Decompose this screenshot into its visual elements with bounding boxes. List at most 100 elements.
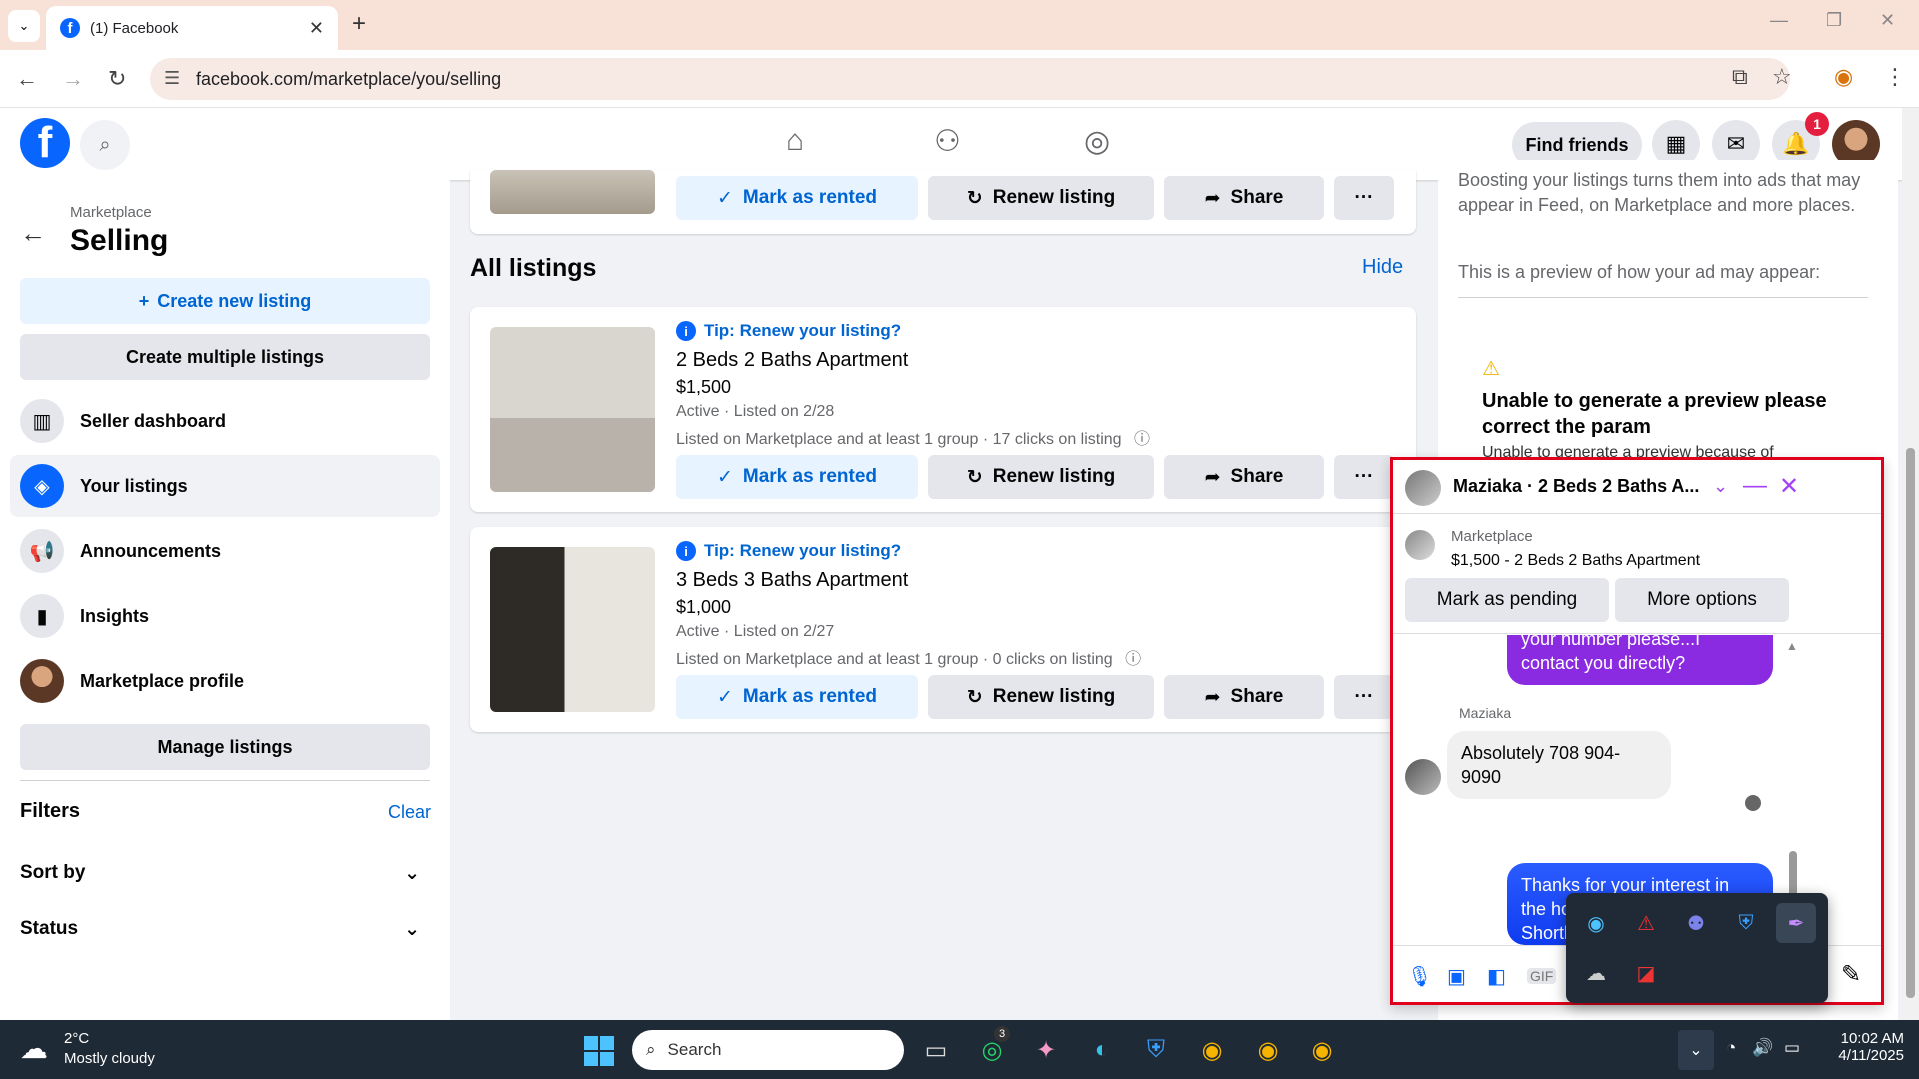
page-scrollbar[interactable] [1902,108,1919,1020]
microphone-icon[interactable]: 🎙 [1407,964,1432,989]
chrome-icon[interactable]: ◉ [1250,1032,1286,1068]
outlook-icon[interactable]: ◉ [1576,903,1616,943]
dashboard-icon: ▥ [20,399,64,443]
edge-icon[interactable]: ◐ [1084,1032,1120,1068]
taskbar-clock[interactable]: 10:02 AM 4/11/2025 [1824,1030,1904,1064]
renew-tip[interactable]: i Tip: Renew your listing? [676,541,901,561]
renew-listing-button[interactable]: ↻ Renew listing [928,176,1154,220]
info-circle-icon[interactable]: ⓘ [1134,431,1150,448]
groups-icon[interactable]: ◎ [1084,124,1110,159]
close-window-icon[interactable]: ✕ [1880,10,1895,31]
menu-dots-icon[interactable]: ⋮ [1884,64,1906,90]
new-message-icon[interactable]: ✎ [1841,960,1861,989]
restore-icon[interactable]: ❐ [1826,10,1842,31]
listing-photo[interactable] [490,170,655,214]
tab-close-icon[interactable]: ✕ [309,18,324,39]
mark-as-pending-button[interactable]: Mark as pending [1405,578,1609,622]
sidebar-item-your-listings[interactable]: ◈ Your listings [10,455,440,517]
sticker-icon[interactable]: ◧ [1487,964,1506,989]
defender-shield-icon[interactable]: ⛨ [1726,903,1766,943]
renew-tip[interactable]: i Tip: Renew your listing? [676,321,901,341]
listing-photo[interactable] [490,547,655,712]
browser-tab[interactable]: f (1) Facebook ✕ [46,6,338,50]
photo-icon[interactable]: ▣ [1447,964,1466,989]
back-icon[interactable]: ← [16,66,38,92]
manage-listings-button[interactable]: Manage listings [20,724,430,770]
hide-link[interactable]: Hide [1362,256,1403,279]
mark-as-rented-button[interactable]: ✓ Mark as rented [676,176,918,220]
mark-as-rented-button[interactable]: ✓ Mark as rented [676,675,918,719]
battery-icon[interactable]: ▭ [1784,1038,1800,1058]
more-options-button[interactable]: More options [1615,578,1789,622]
tab-search-dropdown[interactable]: ⌄ [8,10,40,42]
profile-icon[interactable]: ◉ [1834,64,1853,90]
renew-listing-button[interactable]: ↻ Renew listing [928,675,1154,719]
taskbar-search[interactable]: ⌕ Search [632,1030,904,1070]
share-button[interactable]: ➦ Share [1164,176,1324,220]
weather-temp[interactable]: 2°C [64,1030,89,1047]
clear-filters-link[interactable]: Clear [388,802,431,823]
listing-title[interactable]: 2 Beds 2 Baths Apartment [676,349,908,372]
back-arrow-icon[interactable]: ← [20,218,46,249]
info-circle-icon[interactable]: ⓘ [1125,651,1141,668]
status-dropdown[interactable]: Status ⌄ [20,918,420,941]
sender-avatar [1405,759,1441,795]
listing-photo[interactable] [490,327,655,492]
home-icon[interactable]: ⌂ [786,124,804,158]
minimize-chat-icon[interactable]: — [1743,472,1767,500]
more-options-button[interactable]: ··· [1334,176,1394,220]
weather-condition[interactable]: Mostly cloudy [64,1050,155,1067]
url-field[interactable]: ☰ facebook.com/marketplace/you/selling [150,58,1790,100]
create-multiple-listings-button[interactable]: Create multiple listings [20,334,430,380]
sidebar-item-marketplace-profile[interactable]: Marketplace profile [10,650,440,712]
install-app-icon[interactable]: ⧉ [1732,64,1748,90]
share-button[interactable]: ➦ Share [1164,675,1324,719]
mark-as-rented-button[interactable]: ✓ Mark as rented [676,455,918,499]
breadcrumb[interactable]: Marketplace [70,204,152,221]
close-chat-icon[interactable]: ✕ [1779,472,1799,501]
listing-title[interactable]: 3 Beds 3 Baths Apartment [676,569,908,592]
show-hidden-icons-chevron-icon[interactable]: ⌄ [1678,1030,1714,1070]
address-bar-row: ← → ↻ ☰ facebook.com/marketplace/you/sel… [0,50,1919,108]
pen-icon[interactable]: ✒ [1776,903,1816,943]
friends-icon[interactable]: ⚇ [934,124,961,159]
reload-icon[interactable]: ↻ [108,66,126,92]
search-icon[interactable]: ⌕ [80,120,130,170]
site-info-icon[interactable]: ☰ [164,68,180,89]
volume-icon[interactable]: 🔊 [1752,1038,1773,1058]
copilot-icon[interactable]: ✦ [1028,1032,1064,1068]
sort-by-dropdown[interactable]: Sort by ⌄ [20,862,420,885]
chrome-icon[interactable]: ◉ [1304,1032,1340,1068]
more-options-button[interactable]: ··· [1334,455,1394,499]
adobe-icon[interactable]: ◪ [1626,953,1666,993]
sidebar-item-announcements[interactable]: 📢 Announcements [10,520,440,582]
start-windows-icon[interactable] [584,1036,614,1066]
renew-listing-button[interactable]: ↻ Renew listing [928,455,1154,499]
chat-header[interactable]: Maziaka · 2 Beds 2 Baths A... ⌄ — ✕ [1393,460,1881,514]
forward-icon[interactable]: → [62,66,84,92]
facebook-logo-icon[interactable]: f [20,118,70,168]
onedrive-offline-icon[interactable]: ☁ [1576,953,1616,993]
create-new-listing-button[interactable]: + Create new listing [20,278,430,324]
weather-cloud-icon[interactable]: ☁ [20,1032,48,1065]
scrollbar-thumb[interactable] [1906,448,1915,998]
teams-icon[interactable]: ⚉ [1676,903,1716,943]
bookmark-star-icon[interactable]: ☆ [1772,64,1792,90]
chevron-down-icon[interactable]: ⌄ [1713,476,1728,497]
sidebar-item-insights[interactable]: ▮ Insights [10,585,440,647]
listing-reach: Listed on Marketplace and at least 1 gro… [676,425,1150,449]
share-button[interactable]: ➦ Share [1164,455,1324,499]
chat-title[interactable]: Maziaka · 2 Beds 2 Baths A... [1453,476,1703,497]
wifi-pin-icon[interactable]: ⚠ [1626,903,1666,943]
shield-app-icon[interactable]: ⛨ [1138,1032,1174,1068]
chrome-icon[interactable]: ◉ [1194,1032,1230,1068]
more-options-button[interactable]: ··· [1334,675,1394,719]
task-view-icon[interactable]: ▭ [918,1032,954,1068]
sidebar-item-seller-dashboard[interactable]: ▥ Seller dashboard [10,390,440,452]
minimize-icon[interactable]: — [1770,10,1788,31]
chat-listing-title[interactable]: $1,500 - 2 Beds 2 Baths Apartment [1451,552,1700,570]
scroll-up-icon[interactable]: ▲ [1786,639,1798,653]
new-tab-icon[interactable]: + [352,10,366,38]
wifi-icon[interactable]: ◔ [1726,1038,1736,1058]
gif-icon[interactable]: GIF [1527,968,1557,984]
